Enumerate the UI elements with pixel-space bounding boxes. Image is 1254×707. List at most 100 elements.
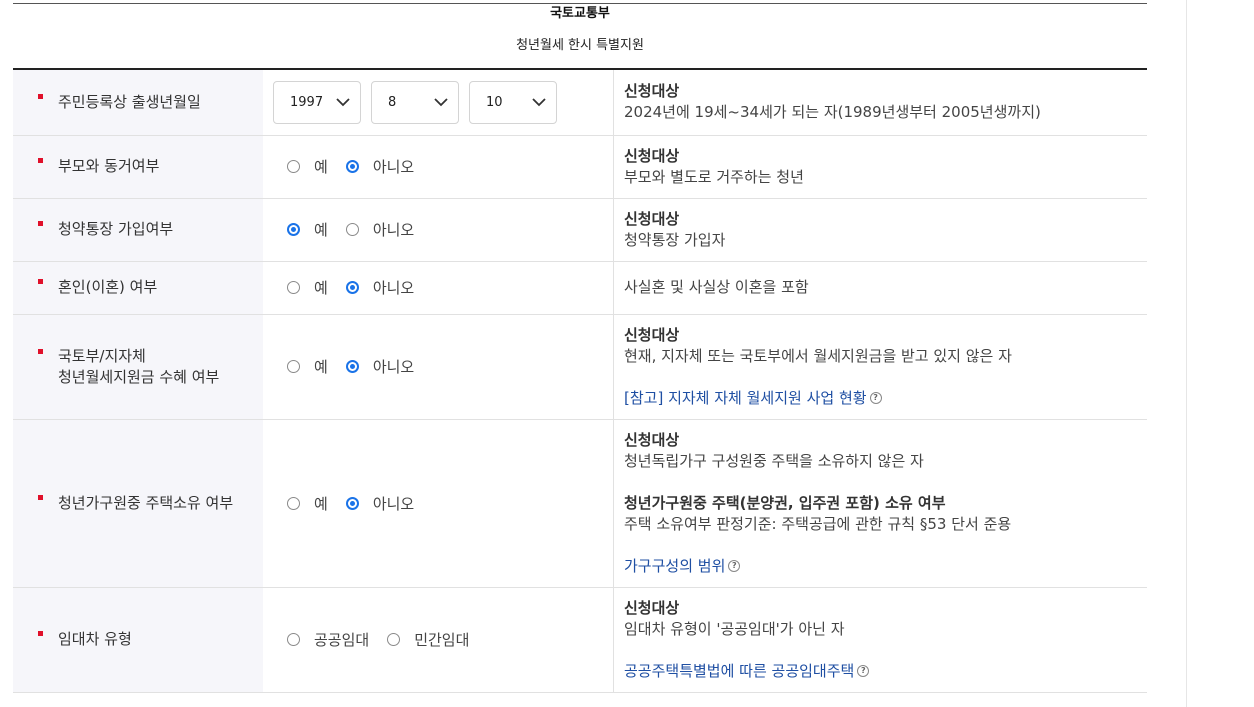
ministry-title: 국토교통부 (550, 6, 610, 21)
lease-public-option[interactable]: 공공임대 (287, 629, 369, 650)
control-cell: 공공임대 민간임대 (263, 587, 614, 693)
lease-private-option[interactable]: 민간임대 (387, 629, 469, 650)
control-cell: 예 아니오 (263, 261, 614, 315)
info-cell: 신청대상 2024년에 19세~34세가 되는 자(1989년생부터 2005년… (613, 69, 1147, 136)
info-text: 2024년에 19세~34세가 되는 자(1989년생부터 2005년생까지) (624, 103, 1041, 122)
parents-yes-radio[interactable] (287, 160, 300, 173)
row-birthdate: 주민등록상 출생년월일 1997 8 10 신청대상 2024년에 19세~34… (13, 69, 1147, 136)
radio-label: 민간임대 (414, 631, 470, 649)
label-cell: 임대차 유형 (13, 587, 263, 693)
radio-label: 예 (314, 158, 328, 176)
info-cell: 신청대상 현재, 지자체 또는 국토부에서 월세지원금을 받고 있지 않은 자 … (613, 314, 1147, 420)
subscription-yes-radio[interactable] (287, 223, 300, 236)
row-lease: 임대차 유형 공공임대 민간임대 신청대상 임대차 유형이 '공공임대'가 아닌… (13, 587, 1147, 693)
subsidy-yes-option[interactable]: 예 (287, 356, 328, 377)
info-text: 현재, 지자체 또는 국토부에서 월세지원금을 받고 있지 않은 자 (624, 346, 1012, 365)
control-cell: 1997 8 10 (263, 69, 614, 136)
eligibility-form-table: 주민등록상 출생년월일 1997 8 10 신청대상 2024년에 19세~34… (13, 68, 1147, 693)
subscription-no-option[interactable]: 아니오 (345, 219, 415, 240)
help-icon: ? (869, 392, 882, 404)
row-subscription: 청약통장 가입여부 예 아니오 신청대상 청약통장 가입자 (13, 198, 1147, 262)
marriage-no-radio[interactable] (345, 281, 359, 294)
marriage-no-option[interactable]: 아니오 (345, 277, 415, 298)
row-label: 국토부/지자체 청년월세지원금 수혜 여부 (58, 346, 220, 386)
radio-label: 아니오 (372, 221, 415, 239)
radio-label: 아니오 (372, 279, 415, 297)
subsidy-no-option[interactable]: 아니오 (345, 356, 415, 377)
label-cell: 부모와 동거여부 (13, 135, 263, 199)
label-cell: 혼인(이혼) 여부 (13, 261, 263, 315)
local-subsidy-status-link[interactable]: [참고] 지자체 자체 월세지원 사업 현황 ? (624, 388, 882, 409)
label-cell: 청년가구원중 주택소유 여부 (13, 419, 263, 588)
subscription-no-radio[interactable] (345, 223, 359, 236)
bullet-icon (38, 93, 43, 99)
chevron-down-icon (532, 98, 546, 107)
label-cell: 국토부/지자체 청년월세지원금 수혜 여부 (13, 314, 263, 420)
info-title: 신청대상 (624, 598, 680, 617)
marriage-yes-radio[interactable] (287, 281, 300, 294)
row-label: 청년가구원중 주택소유 여부 (58, 493, 234, 512)
info-text: 사실혼 및 사실상 이혼을 포함 (624, 278, 809, 296)
radio-label: 예 (314, 279, 328, 297)
birth-year-select[interactable]: 1997 (273, 80, 361, 124)
birth-month-select[interactable]: 8 (371, 80, 459, 124)
bullet-icon (38, 348, 43, 354)
info-title: 신청대상 (624, 209, 680, 228)
info-text: 청년독립가구 구성원중 주택을 소유하지 않은 자 (624, 451, 924, 470)
housing-no-radio[interactable] (345, 496, 359, 510)
program-title: 청년월세 한시 특별지원 (516, 38, 644, 53)
info-title: 신청대상 (624, 325, 680, 344)
radio-label: 아니오 (372, 158, 415, 176)
row-parents: 부모와 동거여부 예 아니오 신청대상 부모와 별도로 거주하는 청년 (13, 135, 1147, 199)
lease-public-radio[interactable] (287, 633, 300, 646)
row-housing: 청년가구원중 주택소유 여부 예 아니오 신청대상 청년독립가구 구성원중 주택… (13, 419, 1147, 588)
subsidy-yes-radio[interactable] (287, 360, 300, 373)
parents-no-option[interactable]: 아니오 (345, 156, 415, 177)
info-title: 신청대상 (624, 146, 680, 165)
housing-yes-radio[interactable] (287, 496, 300, 510)
select-value: 8 (388, 94, 397, 110)
row-subsidy: 국토부/지자체 청년월세지원금 수혜 여부 예 아니오 신청대상 현재, 지자체… (13, 314, 1147, 420)
top-divider (13, 3, 1147, 4)
bullet-icon (38, 158, 43, 163)
subscription-yes-option[interactable]: 예 (287, 219, 328, 240)
household-scope-link[interactable]: 가구구성의 범위 ? (624, 556, 741, 577)
housing-no-option[interactable]: 아니오 (345, 493, 415, 514)
subsidy-no-radio[interactable] (345, 360, 359, 373)
radio-label: 예 (314, 358, 328, 376)
row-label: 혼인(이혼) 여부 (58, 278, 158, 296)
right-divider (1186, 0, 1187, 707)
row-label: 주민등록상 출생년월일 (58, 92, 201, 111)
bullet-icon (38, 631, 43, 636)
select-value: 1997 (290, 94, 324, 110)
marriage-yes-option[interactable]: 예 (287, 277, 328, 298)
info-text: 임대차 유형이 '공공임대'가 아닌 자 (624, 619, 845, 638)
lease-private-radio[interactable] (387, 633, 401, 646)
help-icon: ? (728, 560, 741, 572)
public-rental-law-link[interactable]: 공공주택특별법에 따른 공공임대주택 ? (624, 661, 870, 682)
info-cell: 신청대상 청약통장 가입자 (613, 198, 1147, 262)
control-cell: 예 아니오 (263, 419, 614, 588)
info-title: 신청대상 (624, 430, 680, 449)
radio-label: 아니오 (372, 494, 415, 513)
row-label: 청약통장 가입여부 (58, 220, 174, 238)
radio-label: 아니오 (372, 358, 415, 376)
birth-day-select[interactable]: 10 (469, 80, 557, 124)
control-cell: 예 아니오 (263, 135, 614, 199)
info-text: 청약통장 가입자 (624, 230, 726, 249)
housing-yes-option[interactable]: 예 (287, 493, 328, 514)
chevron-down-icon (434, 98, 448, 107)
bullet-icon (38, 279, 43, 284)
bullet-icon (38, 221, 43, 226)
info-cell: 신청대상 청년독립가구 구성원중 주택을 소유하지 않은 자 청년가구원중 주택… (613, 419, 1147, 588)
link-text: 공공주택특별법에 따른 공공임대주택 (624, 661, 855, 680)
help-icon: ? (857, 665, 870, 677)
label-cell: 청약통장 가입여부 (13, 198, 263, 262)
parents-yes-option[interactable]: 예 (287, 156, 328, 177)
radio-label: 공공임대 (314, 631, 370, 649)
chevron-down-icon (336, 98, 350, 107)
select-value: 10 (486, 94, 503, 110)
parents-no-radio[interactable] (345, 160, 359, 173)
row-label: 부모와 동거여부 (58, 157, 160, 175)
radio-label: 예 (314, 494, 328, 513)
